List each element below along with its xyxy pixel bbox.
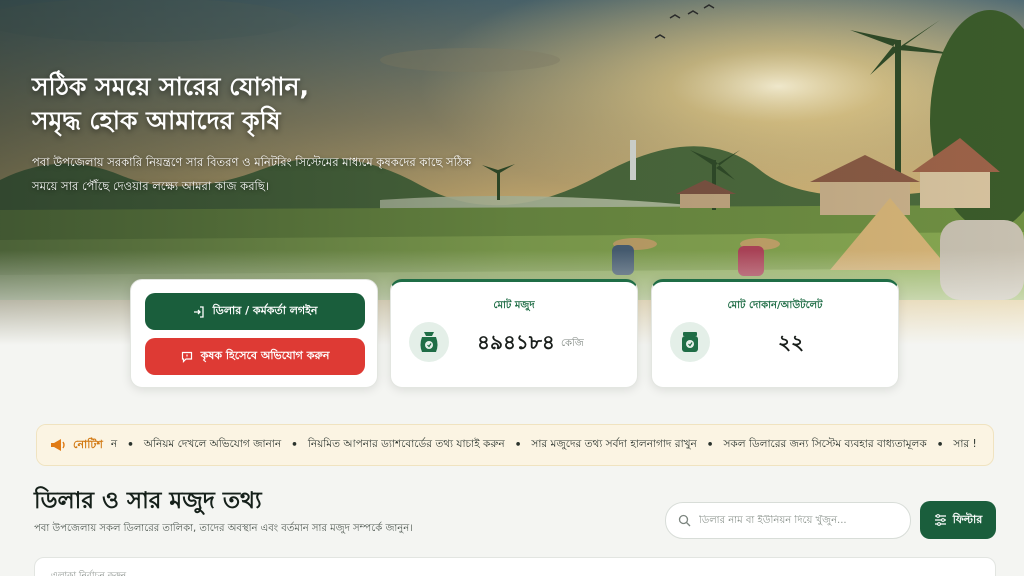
megaphone-icon — [51, 439, 65, 451]
filter-button[interactable]: ফিল্টার — [920, 501, 996, 539]
notice-separator: • — [514, 439, 522, 451]
notice-label: নোটিশ — [73, 437, 103, 451]
section-subtitle: পবা উপজেলায় সকল ডিলারের তালিকা, তাদের অ… — [34, 523, 413, 534]
dealer-search-box[interactable] — [665, 502, 911, 539]
farmer-complaint-button[interactable]: কৃষক হিসেবে অভিযোগ করুন — [145, 338, 365, 375]
filter-label: ফিল্টার — [952, 512, 983, 526]
fertilizer-bag-icon — [670, 322, 710, 362]
notice-item: সার মজুদের তথ্য সর্বদা হালনাগাদ রাখুন — [531, 437, 697, 450]
sliders-icon — [934, 514, 946, 526]
notice-header: নোটিশ — [37, 425, 111, 465]
total-stock-card: মোট মজুদ ৪৯৪১৮৪ কেজি — [390, 279, 638, 388]
dealer-search-input[interactable] — [699, 515, 899, 526]
dealer-login-label: ডিলার / কর্মকর্তা লগইন — [212, 304, 318, 317]
message-icon — [181, 351, 192, 363]
total-stock-value: ৪৯৪১৮৪ — [477, 330, 555, 354]
fertilizer-sack-icon — [409, 322, 449, 362]
notice-separator: • — [127, 439, 134, 451]
dealer-login-button[interactable]: ডিলার / কর্মকর্তা লগইন — [145, 293, 365, 330]
hero-title-line2: সমৃদ্ধ হোক আমাদের কৃষি — [32, 106, 281, 135]
area-select-panel[interactable]: এলাকা নির্বাচন করুন — [34, 557, 996, 576]
notice-track: ন • অনিয়ম দেখলে অভিযোগ জানান • নিয়মিত … — [111, 437, 977, 454]
section-title: ডিলার ও সার মজুদ তথ্য — [34, 488, 262, 514]
action-card: ডিলার / কর্মকর্তা লগইন কৃষক হিসেবে অভিযো… — [130, 279, 378, 388]
area-select-label: এলাকা নির্বাচন করুন — [51, 571, 127, 576]
total-shops-label: মোট দোকান/আউটলেট — [727, 300, 823, 311]
hero-title-line1: সঠিক সময়ে সারের যোগান, — [32, 72, 309, 101]
total-shops-value: ২২ — [778, 330, 805, 354]
login-icon — [193, 305, 204, 318]
farmer-complaint-label: কৃষক হিসেবে অভিযোগ করুন — [200, 349, 330, 362]
notice-separator: • — [291, 439, 298, 451]
search-icon — [678, 514, 691, 527]
notice-separator: • — [936, 439, 944, 451]
hero-title: সঠিক সময়ে সারের যোগান, সমৃদ্ধ হোক আমাদে… — [32, 70, 452, 138]
notice-item: অনিয়ম দেখলে অভিযোগ জানান — [143, 437, 282, 450]
notice-item: সকল ডিলারের জন্য সিস্টেম ব্যবহার বাধ্যতা… — [723, 437, 927, 450]
notice-item: সার ! — [953, 437, 977, 450]
total-shops-card: মোট দোকান/আউটলেট ২২ — [651, 279, 899, 388]
total-stock-unit: কেজি — [561, 338, 584, 349]
notice-item: নিয়মিত আপনার ড্যাশবোর্ডের তথ্য যাচাই কর… — [307, 437, 505, 450]
notice-ticker: নোটিশ ন • অনিয়ম দেখলে অভিযোগ জানান • নি… — [36, 424, 994, 466]
notice-separator: • — [706, 439, 714, 451]
notice-item: ন — [110, 437, 118, 450]
hero-description: পবা উপজেলায় সরকারি নিয়ন্ত্রণে সার বিতর… — [32, 155, 472, 193]
total-stock-label: মোট মজুদ — [493, 300, 535, 311]
